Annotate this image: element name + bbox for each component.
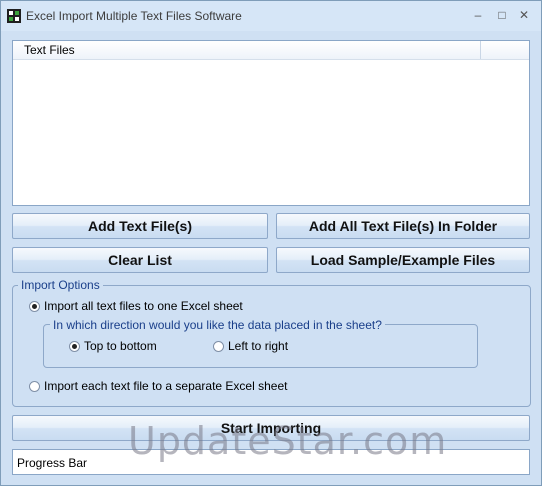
import-options-legend: Import Options [18, 278, 103, 292]
radio-one-sheet[interactable] [29, 301, 40, 312]
clear-list-button[interactable]: Clear List [12, 247, 268, 273]
label-top-to-bottom[interactable]: Top to bottom [84, 339, 157, 353]
radio-separate-sheet[interactable] [29, 381, 40, 392]
add-folder-button[interactable]: Add All Text File(s) In Folder [276, 213, 530, 239]
close-icon[interactable]: ✕ [513, 5, 535, 25]
label-one-sheet[interactable]: Import all text files to one Excel sheet [44, 299, 243, 313]
app-icon [7, 9, 21, 23]
list-header: Text Files [13, 41, 529, 60]
title-bar[interactable]: Excel Import Multiple Text Files Softwar… [1, 1, 541, 31]
direction-legend: In which direction would you like the da… [50, 318, 385, 332]
radio-left-to-right[interactable] [213, 341, 224, 352]
maximize-icon[interactable]: □ [491, 5, 513, 25]
minimize-icon[interactable]: – [467, 5, 489, 25]
start-importing-button[interactable]: Start Importing [12, 415, 530, 441]
radio-top-to-bottom[interactable] [69, 341, 80, 352]
progress-label: Progress Bar [17, 456, 88, 470]
window-title: Excel Import Multiple Text Files Softwar… [26, 9, 242, 23]
load-sample-button[interactable]: Load Sample/Example Files [276, 247, 530, 273]
label-left-to-right[interactable]: Left to right [228, 339, 288, 353]
text-files-list[interactable]: Text Files [12, 40, 530, 206]
app-window: Excel Import Multiple Text Files Softwar… [0, 0, 542, 486]
column-header-text-files[interactable]: Text Files [13, 41, 481, 59]
progress-bar: Progress Bar [12, 449, 530, 475]
add-text-files-button[interactable]: Add Text File(s) [12, 213, 268, 239]
label-separate-sheet[interactable]: Import each text file to a separate Exce… [44, 379, 287, 393]
